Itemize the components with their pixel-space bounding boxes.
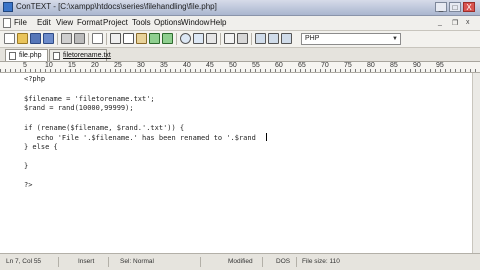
ruler-label: 55 bbox=[252, 62, 260, 69]
open-icon[interactable] bbox=[17, 33, 28, 44]
app-icon bbox=[3, 2, 13, 12]
save-icon[interactable] bbox=[30, 33, 41, 44]
code-line: } else { bbox=[24, 143, 58, 151]
php-file-icon bbox=[9, 52, 16, 60]
find-icon[interactable] bbox=[180, 33, 191, 44]
menu-file[interactable]: File bbox=[14, 18, 27, 27]
code-line: if (rename($filename, $rand.'.txt')) { bbox=[24, 124, 185, 132]
save-all-icon[interactable] bbox=[43, 33, 54, 44]
tab-filetorename-txt[interactable]: filetorename.txt bbox=[49, 49, 111, 61]
ruler-label: 90 bbox=[413, 62, 421, 69]
copy-icon[interactable] bbox=[123, 33, 134, 44]
code-line: <?php bbox=[24, 75, 46, 83]
tab-label: file.php bbox=[19, 52, 42, 59]
language-select[interactable]: PHP ▼ bbox=[301, 33, 401, 45]
ruler-label: 35 bbox=[160, 62, 168, 69]
ruler-label: 80 bbox=[367, 62, 375, 69]
menu-view[interactable]: View bbox=[56, 18, 73, 27]
editor-window: ConTEXT - [C:\xampp\htdocs\series\fileha… bbox=[0, 0, 480, 270]
language-value: PHP bbox=[305, 35, 320, 42]
close-button[interactable]: X bbox=[463, 2, 475, 12]
code-line: $rand = rand(10000,99999); bbox=[24, 104, 134, 112]
replace-icon[interactable] bbox=[206, 33, 217, 44]
user-command-1-icon[interactable] bbox=[255, 33, 266, 44]
menu-bar: File Edit View Format Project Tools Opti… bbox=[0, 16, 480, 31]
menu-tools[interactable]: Tools bbox=[132, 18, 151, 27]
minimize-button[interactable]: _ bbox=[435, 2, 447, 12]
document-icon bbox=[3, 18, 11, 28]
menu-format[interactable]: Format bbox=[77, 18, 102, 27]
chevron-down-icon: ▼ bbox=[392, 36, 398, 42]
find-next-icon[interactable] bbox=[193, 33, 204, 44]
redo-icon[interactable] bbox=[162, 33, 173, 44]
ruler-label: 45 bbox=[206, 62, 214, 69]
menu-window[interactable]: Window bbox=[181, 18, 209, 27]
doc-close-button[interactable]: x bbox=[466, 19, 470, 26]
ruler-label: 50 bbox=[229, 62, 237, 69]
cut-icon[interactable] bbox=[110, 33, 121, 44]
user-command-3-icon[interactable] bbox=[281, 33, 292, 44]
ruler-label: 60 bbox=[275, 62, 283, 69]
ruler-label: 40 bbox=[183, 62, 191, 69]
settings-icon[interactable] bbox=[237, 33, 248, 44]
line-gutter bbox=[0, 73, 20, 253]
ruler-label: 15 bbox=[68, 62, 76, 69]
code-line: ?> bbox=[24, 181, 33, 189]
insert-mode: Insert bbox=[78, 258, 95, 265]
vertical-scrollbar[interactable] bbox=[472, 73, 480, 253]
ruler-label: 85 bbox=[390, 62, 398, 69]
ruler-label: 5 bbox=[23, 62, 27, 69]
tab-label: filetorename.txt bbox=[63, 52, 111, 59]
cursor-position: Ln 7, Col 55 bbox=[6, 258, 42, 265]
text-file-icon bbox=[53, 52, 60, 60]
ruler-label: 25 bbox=[114, 62, 122, 69]
print-icon[interactable] bbox=[61, 33, 72, 44]
close-file-icon[interactable] bbox=[92, 33, 103, 44]
maximize-button[interactable]: □ bbox=[449, 2, 461, 12]
ruler-ticks bbox=[0, 69, 480, 72]
doc-minimize-button[interactable]: _ bbox=[438, 19, 442, 26]
file-size: File size: 110 bbox=[302, 258, 340, 265]
tab-bar: file.php filetorename.txt bbox=[0, 48, 480, 62]
ruler-label: 75 bbox=[344, 62, 352, 69]
code-line: } bbox=[24, 162, 29, 170]
doc-restore-button[interactable]: ❐ bbox=[452, 19, 458, 27]
new-file-icon[interactable] bbox=[4, 33, 15, 44]
code-editor[interactable]: <?php $filename = 'filetorename.txt'; $r… bbox=[0, 73, 472, 253]
tab-file-php[interactable]: file.php bbox=[5, 49, 48, 61]
selection-mode: Sel: Normal bbox=[120, 258, 154, 265]
modified-status: Modified bbox=[228, 258, 253, 265]
menu-edit[interactable]: Edit bbox=[37, 18, 51, 27]
status-bar: Ln 7, Col 55 Insert Sel: Normal Modified… bbox=[0, 253, 480, 270]
menu-options[interactable]: Options bbox=[154, 18, 182, 27]
ruler-label: 10 bbox=[45, 62, 53, 69]
paste-icon[interactable] bbox=[136, 33, 147, 44]
code-line: $filename = 'filetorename.txt'; bbox=[24, 95, 155, 103]
title-bar: ConTEXT - [C:\xampp\htdocs\series\fileha… bbox=[0, 0, 480, 16]
menu-project[interactable]: Project bbox=[103, 18, 128, 27]
line-ending-format: DOS bbox=[276, 258, 291, 265]
preview-icon[interactable] bbox=[74, 33, 85, 44]
ruler-label: 65 bbox=[298, 62, 306, 69]
ruler-label: 70 bbox=[321, 62, 329, 69]
menu-help[interactable]: Help bbox=[210, 18, 226, 27]
toolbar: PHP ▼ bbox=[0, 31, 480, 48]
ruler-label: 95 bbox=[436, 62, 444, 69]
text-caret bbox=[266, 133, 267, 141]
ruler-label: 20 bbox=[91, 62, 99, 69]
goto-icon[interactable] bbox=[224, 33, 235, 44]
window-title: ConTEXT - [C:\xampp\htdocs\series\fileha… bbox=[16, 2, 217, 11]
ruler-label: 30 bbox=[137, 62, 145, 69]
undo-icon[interactable] bbox=[149, 33, 160, 44]
ruler: 5 10 15 20 25 30 35 40 45 50 55 60 65 70… bbox=[0, 62, 480, 73]
user-command-2-icon[interactable] bbox=[268, 33, 279, 44]
code-line: echo 'File '.$filename.' has been rename… bbox=[24, 134, 256, 142]
